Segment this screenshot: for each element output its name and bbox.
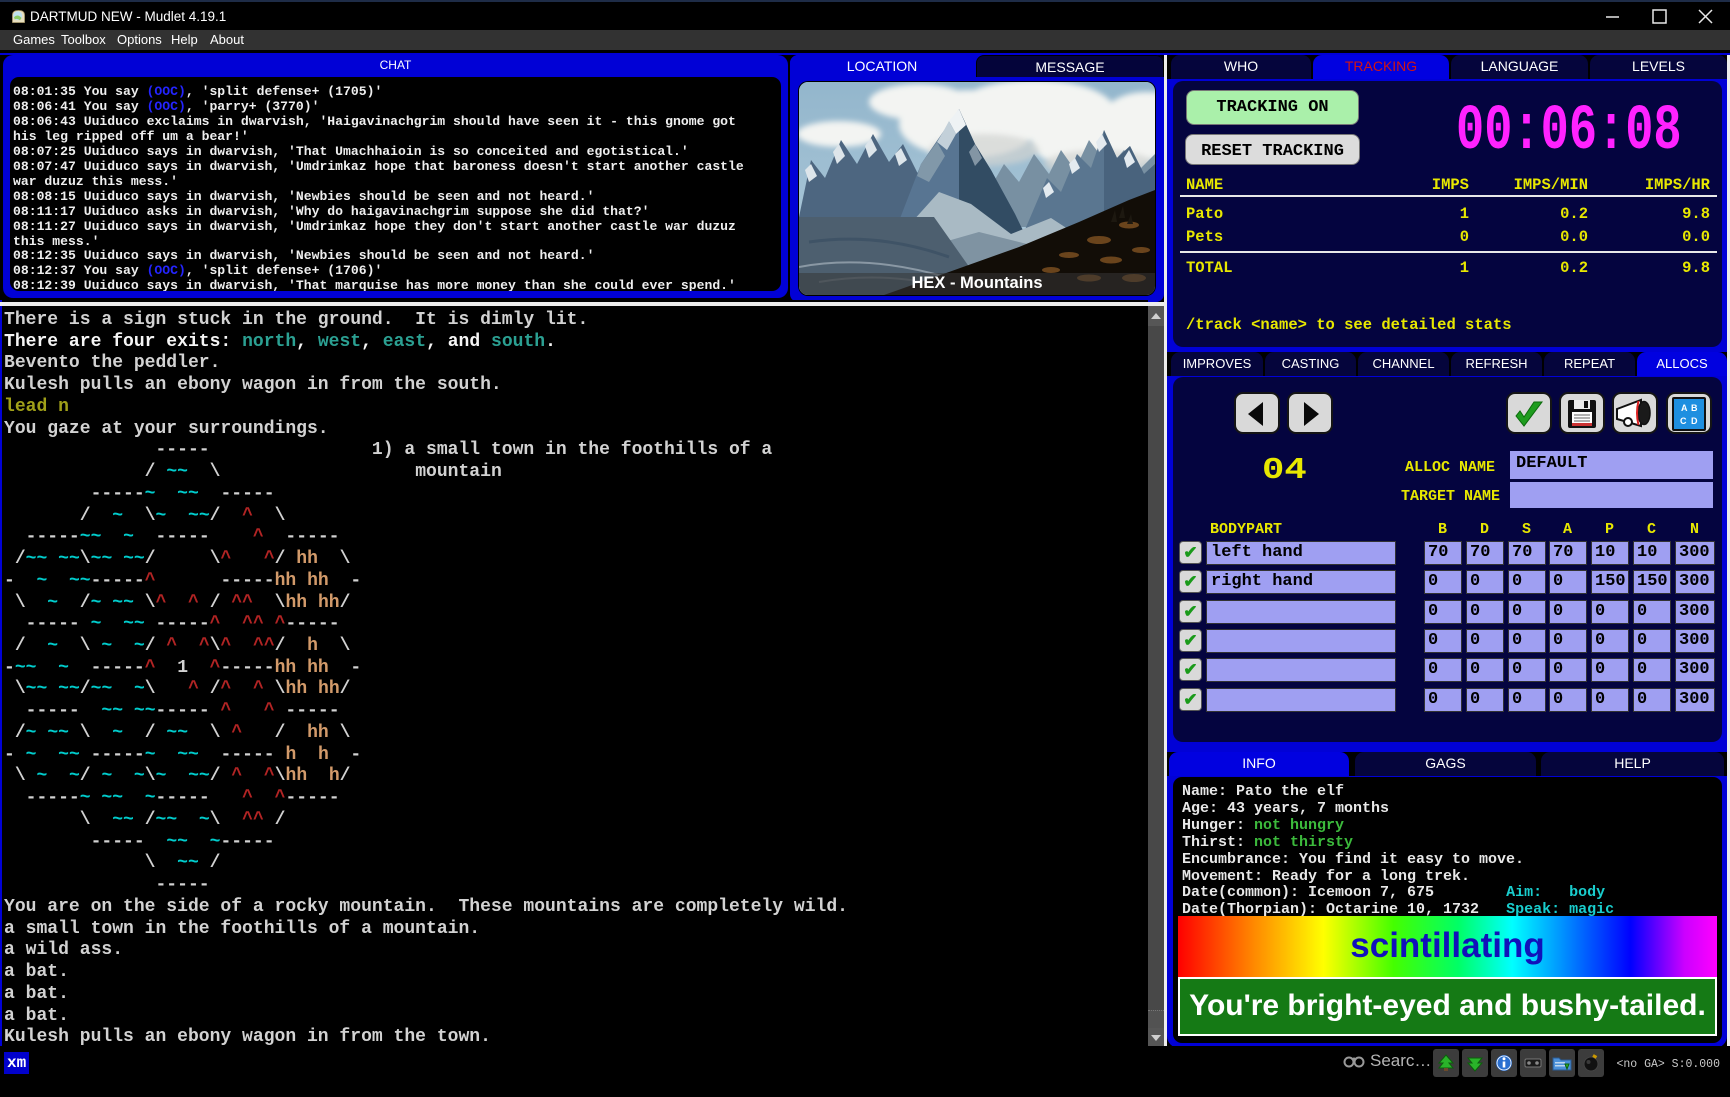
svg-text:C: C <box>1680 416 1687 426</box>
svg-text:B: B <box>1691 403 1698 413</box>
svg-text:A: A <box>1681 403 1688 413</box>
svg-text:D: D <box>1691 416 1698 426</box>
